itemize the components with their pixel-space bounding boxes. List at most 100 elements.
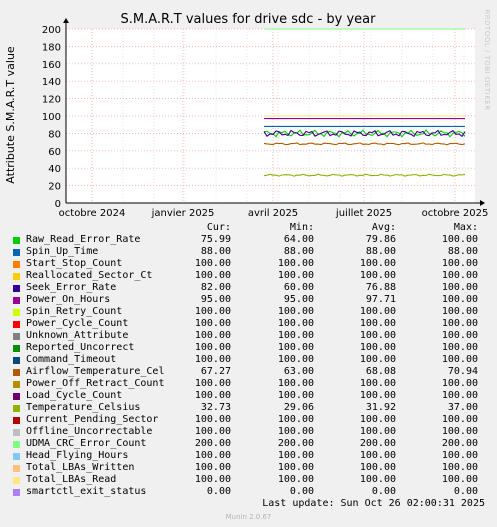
legend-min-value: 100.00: [277, 450, 314, 461]
legend-swatch: [13, 417, 20, 424]
legend-avg-value: 76.88: [365, 282, 396, 293]
legend-cur-value: 32.73: [200, 402, 231, 413]
legend-avg-value: 97.71: [365, 294, 396, 305]
legend-swatch: [13, 309, 20, 316]
legend-label: Offline_Uncorrectable: [26, 426, 153, 437]
legend-cur-value: 200.00: [194, 438, 231, 449]
legend-row: Current_Pending_Sector 100.00 100.00 100.00…: [0, 414, 497, 426]
legend-cur-value: 82.00: [200, 282, 231, 293]
legend-label: Current_Pending_Sector: [26, 414, 159, 425]
legend-max-value: 100.00: [441, 426, 478, 437]
legend-row: Head_Flying_Hours 100.00 100.00 100.00 100.0…: [0, 450, 497, 462]
legend-avg-value: 100.00: [359, 426, 396, 437]
legend-max-value: 100.00: [441, 294, 478, 305]
legend-swatch: [13, 261, 20, 268]
legend-swatch: [13, 477, 20, 484]
legend-swatch: [13, 357, 20, 364]
legend-avg-value: 88.00: [365, 246, 396, 257]
legend-row: Power_Cycle_Count 100.00 100.00 100.00 100.0…: [0, 318, 497, 330]
legend-label: Start_Stop_Count: [26, 258, 123, 269]
legend-max-value: 70.94: [447, 366, 478, 377]
legend-label: Temperature_Celsius: [26, 402, 141, 413]
legend-avg-value: 100.00: [359, 318, 396, 329]
legend-min-value: 100.00: [277, 474, 314, 485]
col-header-max: Max:: [453, 222, 478, 233]
legend-cur-value: 100.00: [194, 462, 231, 473]
legend-cur-value: 88.00: [200, 246, 231, 257]
legend-label: Power_On_Hours: [26, 294, 111, 305]
legend-avg-value: 100.00: [359, 450, 396, 461]
legend-avg-value: 100.00: [359, 270, 396, 281]
legend-swatch: [13, 369, 20, 376]
legend-max-value: 100.00: [441, 474, 478, 485]
legend-cur-value: 0.00: [206, 486, 231, 497]
legend-max-value: 100.00: [441, 462, 478, 473]
legend-cur-value: 100.00: [194, 270, 231, 281]
legend-row: Airflow_Temperature_Cel 67.27 63.00 68.08 70…: [0, 366, 497, 378]
legend-min-value: 100.00: [277, 270, 314, 281]
legend-avg-value: 100.00: [359, 342, 396, 353]
legend-row: Reported_Uncorrect 100.00 100.00 100.00 100.…: [0, 342, 497, 354]
legend-max-value: 100.00: [441, 306, 478, 317]
legend-cur-value: 100.00: [194, 342, 231, 353]
legend-row: Power_Off_Retract_Count 100.00 100.00 100.0…: [0, 378, 497, 390]
legend-min-value: 100.00: [277, 258, 314, 269]
legend-row: Offline_Uncorrectable 100.00 100.00 100.00 1…: [0, 426, 497, 438]
legend-avg-value: 100.00: [359, 390, 396, 401]
legend-avg-value: 79.86: [365, 234, 396, 245]
col-header-min: Min:: [289, 222, 314, 233]
legend-max-value: 100.00: [441, 234, 478, 245]
legend-swatch: [13, 453, 20, 460]
legend-label: Load_Cycle_Count: [26, 390, 123, 401]
legend-avg-value: 100.00: [359, 258, 396, 269]
legend-row: Command_Timeout 100.00 100.00 100.00 100.00: [0, 354, 497, 366]
legend-label: Command_Timeout: [26, 354, 117, 365]
legend-row: Power_On_Hours 95.00 95.00 97.71 100.00: [0, 294, 497, 306]
legend-row: Unknown_Attribute 100.00 100.00 100.00 100.0…: [0, 330, 497, 342]
legend-row: Total_LBAs_Read 100.00 100.00 100.00 100.00: [0, 474, 497, 486]
legend-avg-value: 0.00: [371, 486, 396, 497]
legend-max-value: 88.00: [447, 246, 478, 257]
legend-min-value: 95.00: [283, 294, 314, 305]
legend-cur-value: 95.00: [200, 294, 231, 305]
legend-label: Power_Off_Retract_Count: [26, 378, 165, 389]
legend-label: Spin_Retry_Count: [26, 306, 123, 317]
legend-swatch: [13, 273, 20, 280]
legend-label: Total_LBAs_Read: [26, 474, 117, 485]
legend-row: Total_LBAs_Written 100.00 100.00 100.00 100.…: [0, 462, 497, 474]
legend-swatch: [13, 285, 20, 292]
legend-label: Reported_Uncorrect: [26, 342, 135, 353]
legend-row: Temperature_Celsius 32.73 29.06 31.92 37.00: [0, 402, 497, 414]
legend-avg-value: 68.08: [365, 366, 396, 377]
legend-row: Seek_Error_Rate 82.00 60.00 76.88 100.00: [0, 282, 497, 294]
legend-row: UDMA_CRC_Error_Count 200.00 200.00 200.00 20…: [0, 438, 497, 450]
legend-cur-value: 100.00: [194, 258, 231, 269]
legend-cur-value: 100.00: [194, 318, 231, 329]
legend-max-value: 100.00: [441, 354, 478, 365]
legend-swatch: [13, 429, 20, 436]
legend-avg-value: 100.00: [359, 306, 396, 317]
legend-min-value: 100.00: [277, 414, 314, 425]
legend-min-value: 29.06: [283, 402, 314, 413]
legend-row: Spin_Retry_Count 100.00 100.00 100.00 100.00: [0, 306, 497, 318]
legend-cur-value: 100.00: [194, 450, 231, 461]
legend: Cur: Min: Avg: Max: Raw_Read_Error_Rate 7…: [0, 0, 497, 527]
legend-cur-value: 100.00: [194, 378, 231, 389]
legend-label: Seek_Error_Rate: [26, 282, 117, 293]
col-header-avg: Avg:: [371, 222, 396, 233]
legend-label: Raw_Read_Error_Rate: [26, 234, 141, 245]
legend-max-value: 100.00: [441, 330, 478, 341]
legend-min-value: 0.00: [289, 486, 314, 497]
legend-label: smartctl_exit_status: [26, 486, 147, 497]
legend-swatch: [13, 297, 20, 304]
legend-swatch: [13, 381, 20, 388]
legend-label: Airflow_Temperature_Cel: [26, 366, 165, 377]
legend-avg-value: 31.92: [365, 402, 396, 413]
legend-cur-value: 100.00: [194, 474, 231, 485]
legend-swatch: [13, 345, 20, 352]
legend-max-value: 100.00: [441, 378, 478, 389]
legend-min-value: 100.00: [277, 426, 314, 437]
legend-label: Spin_Up_Time: [26, 246, 99, 257]
legend-row: Raw_Read_Error_Rate 75.99 64.00 79.86 100.00: [0, 234, 497, 246]
legend-max-value: 100.00: [441, 258, 478, 269]
